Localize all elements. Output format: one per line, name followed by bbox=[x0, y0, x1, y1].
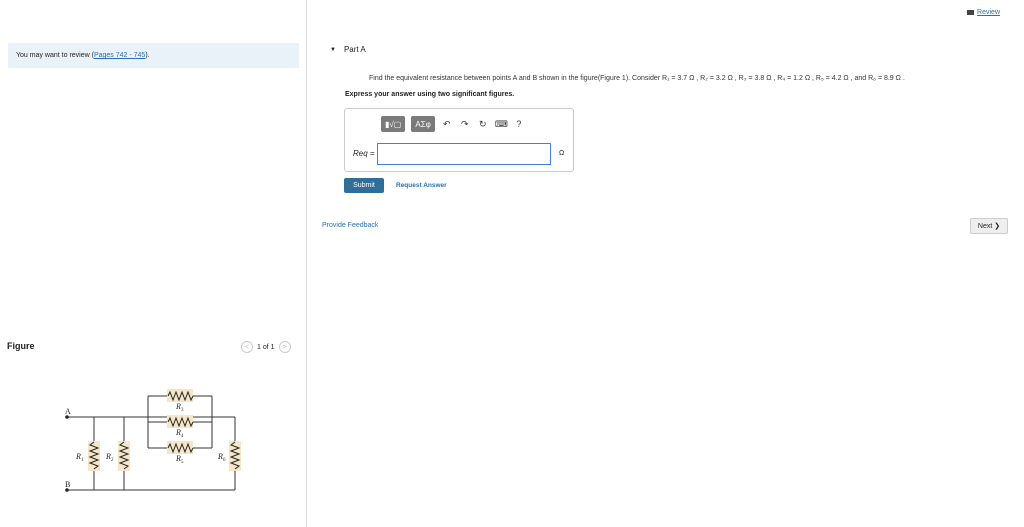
next-figure-icon[interactable]: > bbox=[278, 341, 291, 353]
sub-r4: 4 bbox=[181, 434, 184, 439]
review-pages-link[interactable]: Pages 742 - 745 bbox=[94, 52, 145, 59]
next-button[interactable]: Next ❯ bbox=[970, 218, 1008, 234]
part-a-header[interactable]: ▼ Part A bbox=[330, 45, 366, 54]
prev-figure-icon[interactable]: < bbox=[241, 341, 253, 353]
submit-button[interactable]: Submit bbox=[344, 178, 384, 193]
sub-r3: 3 bbox=[181, 408, 184, 413]
label-a: A bbox=[65, 407, 71, 416]
help-icon[interactable]: ? bbox=[513, 119, 525, 129]
review-icon bbox=[967, 10, 975, 15]
answer-panel: ▮√▢ ΑΣφ ↶ ↷ ↻ ⌨ ? Req = Ω bbox=[344, 108, 574, 172]
provide-feedback-link[interactable]: Provide Feedback bbox=[322, 222, 378, 229]
review-banner: You may want to review (Pages 742 - 745)… bbox=[8, 43, 299, 68]
figure-title: Figure bbox=[7, 341, 35, 351]
templates-button[interactable]: ▮√▢ bbox=[381, 116, 406, 132]
symbols-button[interactable]: ΑΣφ bbox=[411, 116, 435, 132]
label-b: B bbox=[65, 480, 70, 489]
instruction-text: Express your answer using two significan… bbox=[345, 91, 515, 98]
question-text: Find the equivalent resistance between p… bbox=[369, 75, 905, 82]
sub-r6: 6 bbox=[223, 458, 226, 463]
review-link-text[interactable]: Review bbox=[977, 9, 1000, 16]
sub-r5: 5 bbox=[181, 460, 184, 465]
redo-icon[interactable]: ↷ bbox=[459, 119, 471, 130]
review-prefix: You may want to review ( bbox=[16, 52, 94, 59]
answer-label: Req = bbox=[353, 149, 375, 158]
math-toolbar: ▮√▢ ΑΣφ ↶ ↷ ↻ ⌨ ? bbox=[381, 116, 525, 132]
answer-input[interactable] bbox=[377, 143, 551, 165]
sub-r2: 2 bbox=[111, 458, 114, 463]
review-suffix: ). bbox=[145, 52, 150, 59]
circuit-figure: A B R R R R R R 1 2 3 4 5 6 bbox=[65, 389, 241, 492]
request-answer-link[interactable]: Request Answer bbox=[396, 182, 447, 189]
collapse-triangle-icon[interactable]: ▼ bbox=[330, 47, 336, 53]
unit-label: Ω bbox=[559, 150, 565, 157]
keyboard-icon[interactable]: ⌨ bbox=[495, 119, 508, 130]
pager-text: 1 of 1 bbox=[257, 343, 275, 351]
sub-r1: 1 bbox=[81, 458, 84, 463]
review-link[interactable]: Review bbox=[967, 9, 1000, 16]
pane-divider bbox=[306, 0, 307, 527]
undo-icon[interactable]: ↶ bbox=[441, 119, 453, 130]
reset-icon[interactable]: ↻ bbox=[477, 119, 489, 130]
figure-pager: < 1 of 1 > bbox=[241, 341, 291, 353]
part-title: Part A bbox=[343, 45, 366, 54]
